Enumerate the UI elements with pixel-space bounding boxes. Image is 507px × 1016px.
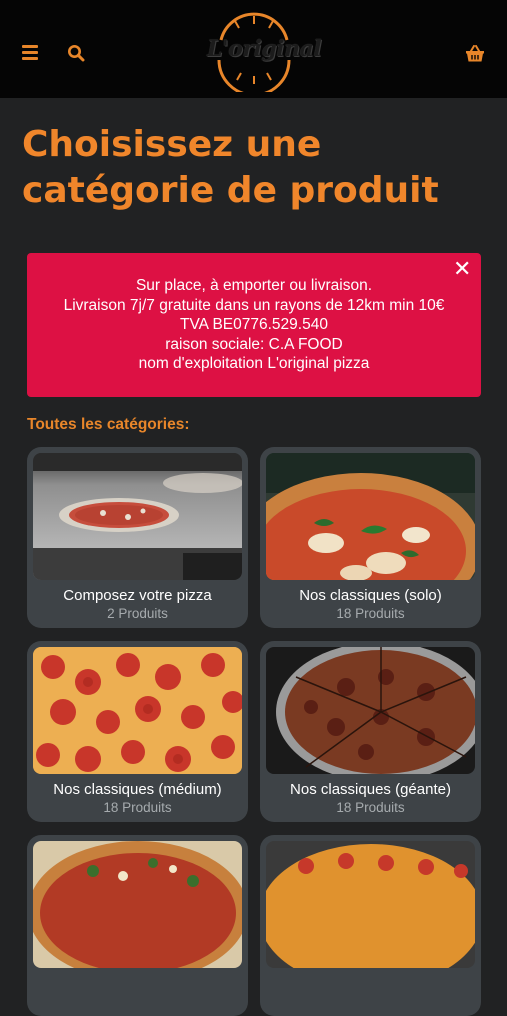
alert-line: raison sociale: C.A FOOD [165,335,343,353]
category-image [33,841,242,968]
category-image [266,647,475,774]
category-card-classiques-geante[interactable]: Nos classiques (géante) 18 Produits [260,641,481,822]
hamburger-menu-icon[interactable] [22,45,38,60]
category-card[interactable] [27,835,248,1016]
category-name: Nos classiques (solo) [299,587,442,604]
category-name: Nos classiques (médium) [53,781,222,798]
logo[interactable]: L'original [207,10,322,92]
category-card[interactable] [260,835,481,1016]
shopping-basket-icon[interactable] [465,45,485,63]
category-product-count: 18 Produits [103,800,172,815]
category-card-composez[interactable]: Composez votre pizza 2 Produits [27,447,248,628]
category-name: Composez votre pizza [63,587,212,604]
page-title: Choisissez une catégorie de produit [22,124,439,211]
category-product-count: 18 Produits [336,606,405,621]
logo-text: L'original [207,36,322,62]
alert-line: Livraison 7j/7 gratuite dans un rayons d… [63,296,445,314]
category-card-classiques-medium[interactable]: Nos classiques (médium) 18 Produits [27,641,248,822]
category-image [33,647,242,774]
category-name: Nos classiques (géante) [290,781,451,798]
category-card-classiques-solo[interactable]: Nos classiques (solo) 18 Produits [260,447,481,628]
category-image [33,453,242,580]
category-product-count: 2 Produits [107,606,168,621]
close-icon[interactable]: ✕ [453,259,471,281]
search-icon[interactable] [67,44,85,62]
category-image [266,841,475,968]
alert-line: nom d'exploitation L'original pizza [138,355,370,372]
top-navigation-bar: L'original [0,0,507,98]
info-alert: Sur place, à emporter ou livraison. Livr… [27,253,481,397]
category-image [266,453,475,580]
category-product-count: 18 Produits [336,800,405,815]
categories-label: Toutes les catégories: [27,416,190,433]
alert-line: TVA BE0776.529.540 [180,316,328,333]
alert-line: Sur place, à emporter ou livraison. [135,277,373,294]
